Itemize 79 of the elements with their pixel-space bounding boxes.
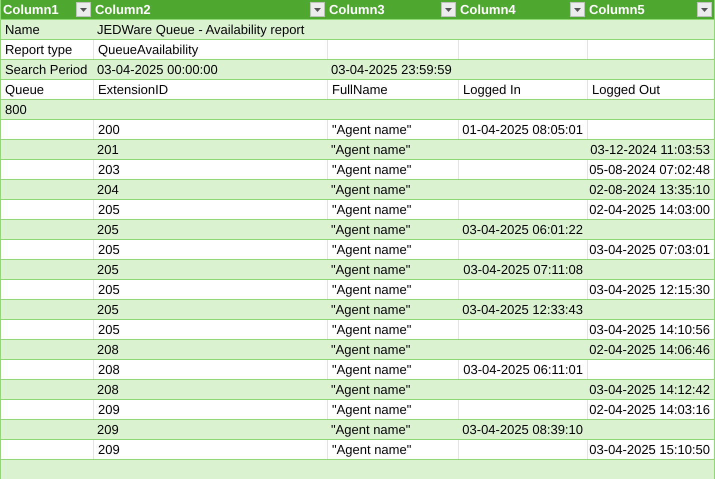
table-cell: Name <box>5 22 40 37</box>
table-cell: "Agent name" <box>332 282 412 297</box>
table-cell: 03-04-2025 07:11:08 <box>463 262 583 277</box>
table-cell: 03-04-2025 15:10:50 <box>589 442 710 457</box>
filter-dropdown-button[interactable] <box>570 2 585 17</box>
table-cell: 02-04-2025 14:03:00 <box>589 202 710 217</box>
table-cell: "Agent name" <box>332 242 412 257</box>
table-cell: 03-04-2025 06:01:22 <box>462 222 583 237</box>
table-cell: 800 <box>5 102 27 117</box>
column-title: Column4 <box>460 2 516 17</box>
table-cell: 209 <box>98 402 120 417</box>
table-cell: 03-04-2025 12:15:30 <box>589 282 710 297</box>
table-cell: "Agent name" <box>331 182 410 197</box>
table-cell: 03-04-2025 14:10:56 <box>589 322 710 337</box>
table-cell: 209 <box>97 422 119 437</box>
table-cell: Logged Out <box>592 82 660 97</box>
table-cell: 209 <box>98 442 120 457</box>
caret-icon <box>314 8 321 12</box>
table-cell: 03-04-2025 12:33:43 <box>462 302 583 317</box>
table-cell: "Agent name" <box>332 322 412 337</box>
table-cell: Queue <box>5 82 44 97</box>
filter-dropdown-button[interactable] <box>76 2 91 17</box>
table-cell: ExtensionID <box>98 82 168 97</box>
table-cell: "Agent name" <box>332 202 412 217</box>
table-cell: 02-04-2025 14:06:46 <box>589 342 710 357</box>
table-cell: "Agent name" <box>332 402 412 417</box>
table-cell: 03-12-2024 11:03:53 <box>590 142 710 157</box>
filter-dropdown-button[interactable] <box>441 2 456 17</box>
caret-icon <box>701 8 708 12</box>
table-cell: 200 <box>98 122 120 137</box>
caret-icon <box>574 8 581 12</box>
table-cell: Search Period <box>5 62 88 77</box>
column-title: Column5 <box>589 2 645 17</box>
table-cell: JEDWare Queue - Availability report <box>97 22 304 37</box>
table-cell: 03-04-2025 08:39:10 <box>462 422 583 437</box>
table-cell: 203 <box>98 162 120 177</box>
table-cell: 205 <box>97 222 119 237</box>
table-cell: "Agent name" <box>331 422 410 437</box>
table-cell: 208 <box>98 362 120 377</box>
table-cell: Report type <box>5 42 72 57</box>
table-cell: "Agent name" <box>332 122 412 137</box>
table-cell: 03-04-2025 00:00:00 <box>97 62 218 77</box>
column-title: Column2 <box>95 2 151 17</box>
table-cell: 02-04-2025 14:03:16 <box>589 402 710 417</box>
table-cell: "Agent name" <box>332 442 412 457</box>
table-cell: 03-04-2025 23:59:59 <box>331 62 452 77</box>
table-cell: Logged In <box>463 82 521 97</box>
table-cell: 205 <box>98 282 120 297</box>
column-title: Column1 <box>3 2 59 17</box>
table-cell: "Agent name" <box>331 142 410 157</box>
filter-dropdown-button[interactable] <box>310 2 325 17</box>
table-cell: QueueAvailability <box>98 42 198 57</box>
table-cell: 205 <box>97 262 119 277</box>
table-cell: 01-04-2025 08:05:01 <box>462 122 583 137</box>
table-cell: 03-04-2025 06:11:01 <box>463 362 583 377</box>
caret-icon <box>445 8 452 12</box>
table-cell: 02-08-2024 13:35:10 <box>589 182 710 197</box>
table-cell: "Agent name" <box>331 302 410 317</box>
table-cell: "Agent name" <box>332 362 412 377</box>
table-cell: FullName <box>332 82 388 97</box>
table-cell: 05-08-2024 07:02:48 <box>589 162 710 177</box>
table-cell: "Agent name" <box>331 262 410 277</box>
table-cell: 201 <box>97 142 119 157</box>
table-cell: 204 <box>97 182 119 197</box>
table-cell: "Agent name" <box>331 222 410 237</box>
caret-icon <box>80 8 87 12</box>
table-cell: "Agent name" <box>332 162 412 177</box>
table-cell: 208 <box>97 382 119 397</box>
table-cell: "Agent name" <box>331 342 410 357</box>
table-cell: 205 <box>97 302 119 317</box>
table-cell: "Agent name" <box>331 382 410 397</box>
table-cell: 205 <box>98 242 120 257</box>
table-cell: 03-04-2025 07:03:01 <box>589 242 710 257</box>
table-cell: 205 <box>98 322 120 337</box>
table-cell: 205 <box>98 202 120 217</box>
table-cell: 208 <box>97 342 119 357</box>
column-title: Column3 <box>329 2 385 17</box>
table-cell: 03-04-2025 14:12:42 <box>589 382 710 397</box>
filter-dropdown-button[interactable] <box>697 2 712 17</box>
